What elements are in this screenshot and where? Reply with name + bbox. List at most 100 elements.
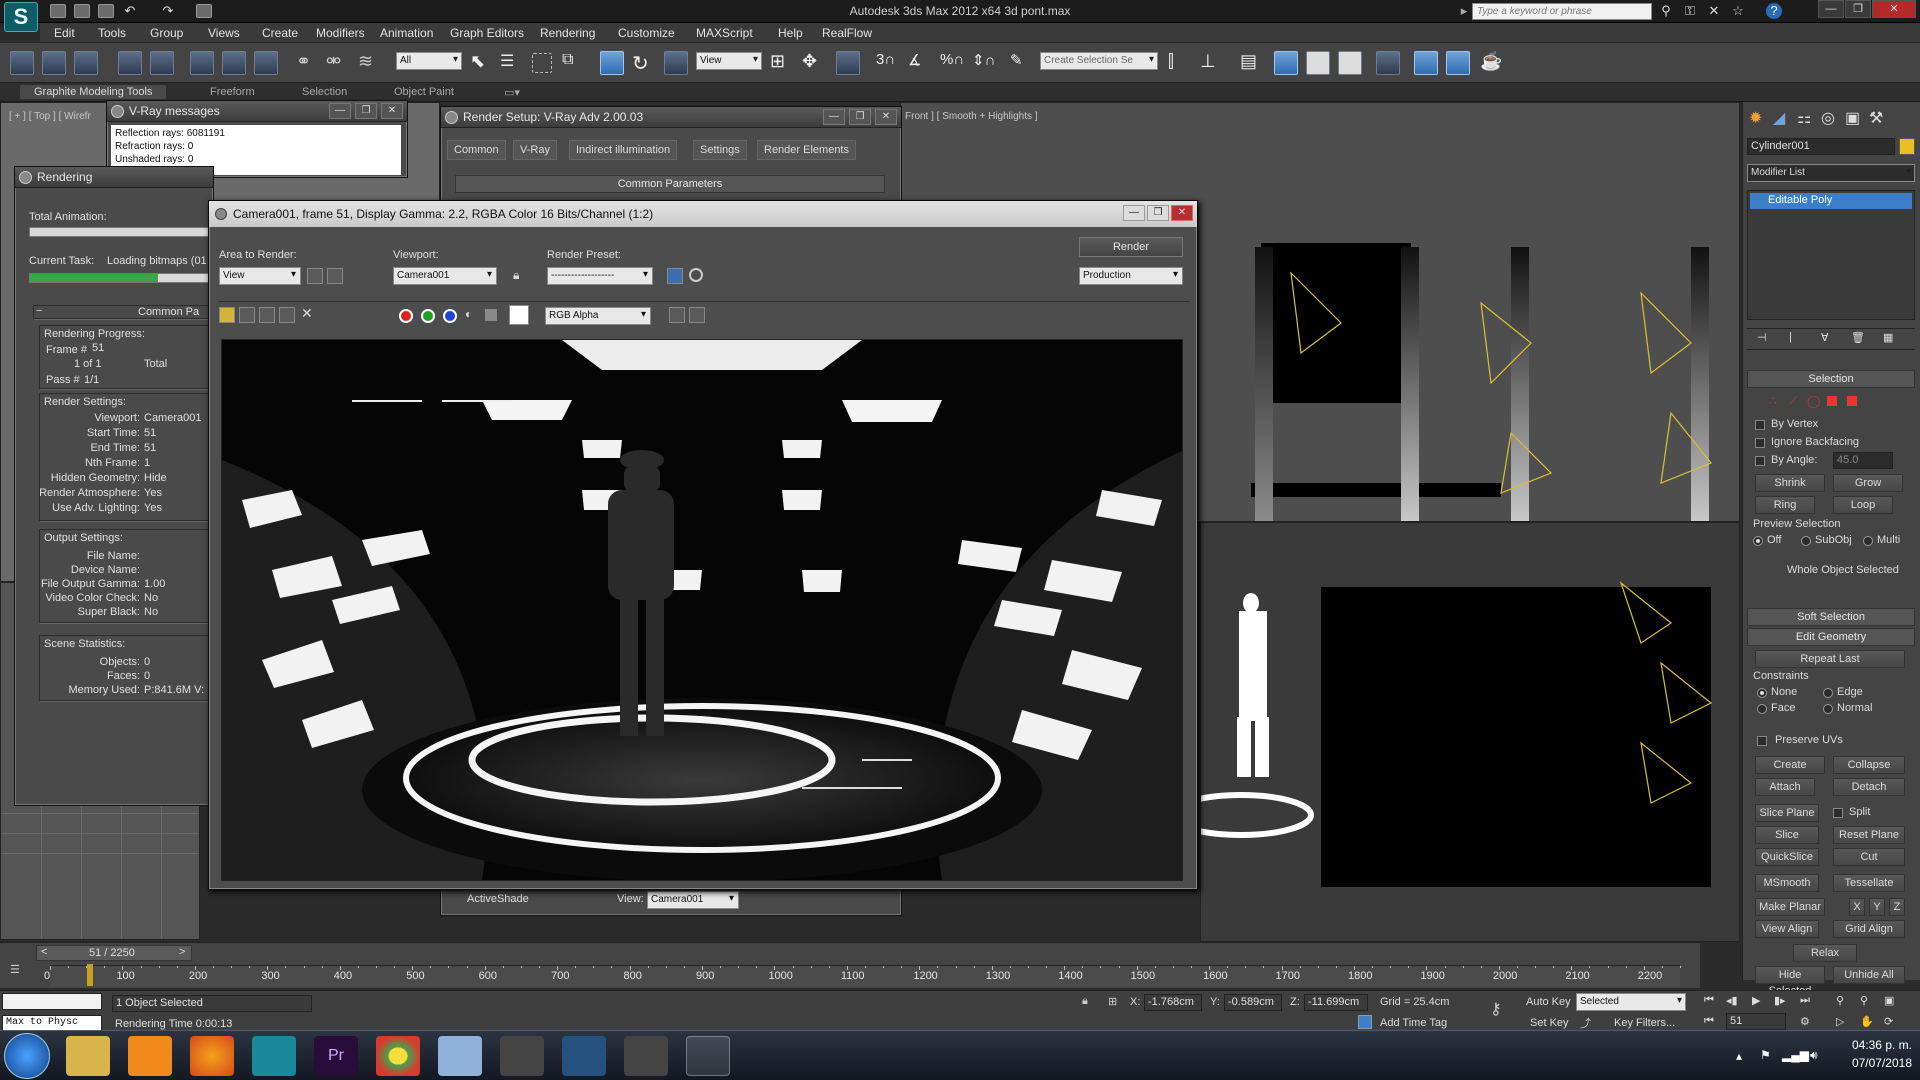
create-button[interactable]: Create [1755,756,1825,774]
chrome-taskbar-icon[interactable] [376,1036,420,1076]
zoom-extents-icon[interactable]: ▣ [1884,994,1894,1007]
attach-button[interactable]: Attach [1755,778,1815,796]
view-dropdown[interactable]: Camera001 [647,891,739,909]
selection-filter-dropdown[interactable]: All [396,52,462,70]
select-and-scale-icon[interactable] [664,51,688,75]
by-angle-checkbox[interactable] [1755,456,1765,466]
set-key-button[interactable]: Set Key [1530,1017,1569,1029]
auto-key-button[interactable]: Auto Key [1526,996,1571,1008]
undo-scene-icon[interactable] [10,51,34,75]
render-setup-icon[interactable] [667,268,683,284]
bind-warp-icon[interactable]: ≋ [358,51,382,75]
schematic-open-icon[interactable] [1338,51,1362,75]
tab-settings[interactable]: Settings [693,140,747,160]
split-checkbox[interactable] [1833,808,1843,818]
unlink-chain-icon[interactable]: ⚮ [326,51,350,75]
key-mode-icon[interactable]: ⏮ [1704,1015,1714,1028]
next-frame-icon[interactable]: ▮▸ [1774,994,1786,1007]
common-parameters-rollout[interactable]: Common Parameters [455,175,885,193]
communication-icon[interactable]: ✕ [1706,3,1722,19]
tray-arrow-icon[interactable]: ▴ [1736,1049,1742,1063]
premiere-taskbar-icon[interactable]: Pr [314,1036,358,1076]
zoom-icon[interactable]: ⚲ [1836,994,1844,1007]
edit-geometry-rollout[interactable]: Edit Geometry [1747,628,1915,646]
render-preset-dropdown[interactable]: ------------------- [547,267,653,285]
copy-image-icon[interactable] [239,307,255,323]
link-icon[interactable]: ⚭ [296,51,320,75]
auto-region-icon[interactable] [327,268,343,284]
ring-button[interactable]: Ring [1755,496,1815,514]
render-production-icon[interactable]: ☕ [1480,51,1504,75]
menu-maxscript[interactable]: MAXScript [696,26,753,40]
vertex-mode-icon[interactable]: ∴ [1769,394,1777,408]
grow-button[interactable]: Grow [1833,474,1903,492]
edit-named-selection-icon[interactable]: ✎ [1010,51,1034,75]
app-logo[interactable]: S [4,2,38,32]
add-time-tag-button[interactable]: Add Time Tag [1380,1017,1447,1029]
toggle-ui-icon[interactable] [689,307,705,323]
constraint-edge-radio[interactable] [1823,688,1833,698]
loop-button[interactable]: Loop [1833,496,1893,514]
minimize-button[interactable]: — [329,103,351,119]
current-frame-marker[interactable] [86,964,93,986]
modifier-list-dropdown[interactable]: Modifier List [1747,164,1915,182]
window-crossing-icon[interactable]: ⧉ [562,51,586,75]
rendered-frame-window-icon[interactable] [1446,51,1470,75]
rendered-image[interactable] [221,339,1183,881]
preview-subobj-radio[interactable] [1801,536,1811,546]
red-channel-toggle[interactable] [399,309,413,323]
viewport-camera[interactable] [1200,522,1740,942]
3dsmax-taskbar-icon[interactable] [686,1036,730,1076]
menu-animation[interactable]: Animation [380,26,433,40]
y-coordinate-field[interactable]: -0.589cm [1224,994,1282,1011]
explorer-taskbar-icon[interactable] [66,1036,110,1076]
ribbon-options-icon[interactable]: ▭▾ [504,86,520,99]
slice-button[interactable]: Slice [1755,826,1819,844]
time-slider[interactable]: < 51 / 2250 > [36,945,192,961]
soft-selection-rollout[interactable]: Soft Selection [1747,608,1915,626]
select-manipulate-icon[interactable]: ✥ [802,51,826,75]
snaps-toggle-icon[interactable]: 3∩ [876,51,900,75]
goto-start-icon[interactable]: ⏮ [1704,994,1714,1007]
edit-region-icon[interactable] [307,268,323,284]
pivot-center-icon[interactable]: ⊞ [770,51,794,75]
element-mode-icon[interactable] [1847,396,1857,406]
hierarchy-tab-icon[interactable]: ⚏ [1797,108,1811,128]
clock-time[interactable]: 04:36 p. m. [1830,1038,1912,1052]
border-mode-icon[interactable]: ◯ [1807,394,1820,408]
z-coordinate-field[interactable]: -11.699cm [1304,994,1368,1011]
constraint-normal-radio[interactable] [1823,704,1833,714]
select-and-link-icon[interactable] [42,51,66,75]
swatch[interactable] [509,305,529,325]
menu-group[interactable]: Group [150,26,183,40]
planar-x-button[interactable]: X [1849,898,1865,916]
menu-edit[interactable]: Edit [54,26,75,40]
tab-object-paint[interactable]: Object Paint [394,86,454,98]
detach-button[interactable]: Detach [1833,778,1905,796]
menu-rendering[interactable]: Rendering [540,26,595,40]
remove-modifier-icon[interactable]: 🗑︎ [1851,331,1865,344]
minimize-button[interactable]: — [1818,0,1844,18]
set-key-icon[interactable]: ⚷ [1490,999,1502,1019]
motion-tab-icon[interactable]: ◎ [1821,108,1835,128]
clone-frame-icon[interactable] [259,307,275,323]
area-to-render-dropdown[interactable]: View [219,267,301,285]
default-tangent-icon[interactable]: ⤴ [1580,1015,1591,1031]
select-and-rotate-icon[interactable]: ↻ [632,51,656,75]
alpha-channel-toggle[interactable]: ◐ [465,307,472,321]
menu-help[interactable]: Help [778,26,803,40]
select-by-name-icon[interactable]: ☰ [500,51,524,75]
maxscript-listener-pink[interactable] [2,993,102,1010]
time-tag-icon[interactable] [1358,1015,1372,1029]
menu-customize[interactable]: Customize [618,26,675,40]
show-end-result-icon[interactable]: | [1789,331,1792,343]
tab-indirect-illumination[interactable]: Indirect illumination [569,140,678,160]
tab-freeform[interactable]: Freeform [210,86,255,98]
search-input[interactable]: Type a keyword or phrase [1472,3,1652,20]
object-name-field[interactable]: Cylinder001 [1747,138,1895,155]
current-frame-field[interactable]: 51 [1726,1013,1786,1030]
curve-editor-mini-icon[interactable]: ☰ [10,963,20,976]
menu-views[interactable]: Views [208,26,240,40]
polygon-mode-icon[interactable] [1827,396,1837,406]
reset-plane-button[interactable]: Reset Plane [1833,826,1905,844]
